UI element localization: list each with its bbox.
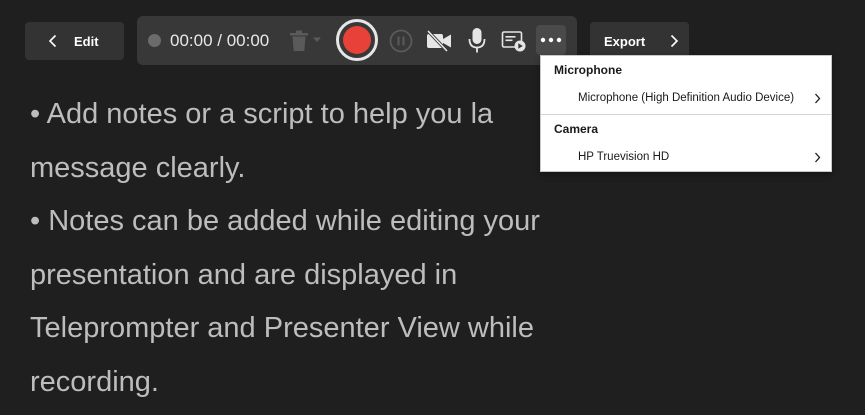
menu-item-microphone-device[interactable]: Microphone (High Definition Audio Device… (541, 85, 831, 111)
recording-view: Edit 00:00 / 00:00 Export • Add notes or… (0, 0, 865, 415)
chevron-right-icon (811, 93, 823, 104)
export-label: Export (604, 33, 646, 49)
menu-item-label: Microphone (High Definition Audio Device… (578, 92, 795, 104)
notes-line: recording. (30, 365, 159, 398)
record-button[interactable] (336, 19, 378, 61)
camera-off-icon[interactable] (425, 29, 453, 53)
menu-item-label: HP Truevision HD (578, 151, 670, 163)
record-indicator-icon (148, 34, 161, 47)
menu-divider (541, 114, 831, 115)
notes-line: • Notes can be added while editing your (30, 205, 540, 237)
chevron-down-icon[interactable] (312, 35, 322, 45)
more-options-button[interactable] (536, 25, 566, 55)
chevron-right-icon (671, 34, 679, 48)
trash-icon[interactable] (287, 29, 311, 53)
teleprompter-icon[interactable] (501, 29, 527, 53)
notes-line: presentation and are displayed in (30, 258, 458, 291)
notes-line: Teleprompter and Presenter View while (30, 312, 535, 344)
chevron-left-icon (48, 34, 57, 48)
edit-button[interactable]: Edit (25, 22, 124, 60)
more-options-menu: Microphone Microphone (High Definition A… (540, 55, 832, 172)
record-icon (343, 26, 371, 54)
menu-header-camera: Camera (554, 122, 599, 136)
menu-item-camera-device[interactable]: HP Truevision HD (541, 144, 831, 170)
microphone-icon[interactable] (467, 27, 487, 55)
pause-icon[interactable] (389, 29, 413, 53)
timer-display: 00:00 / 00:00 (170, 31, 270, 50)
edit-label: Edit (74, 33, 99, 49)
menu-header-microphone: Microphone (554, 63, 622, 77)
recording-toolbar: 00:00 / 00:00 (137, 16, 577, 65)
chevron-right-icon (811, 152, 823, 163)
more-icon (540, 37, 562, 43)
